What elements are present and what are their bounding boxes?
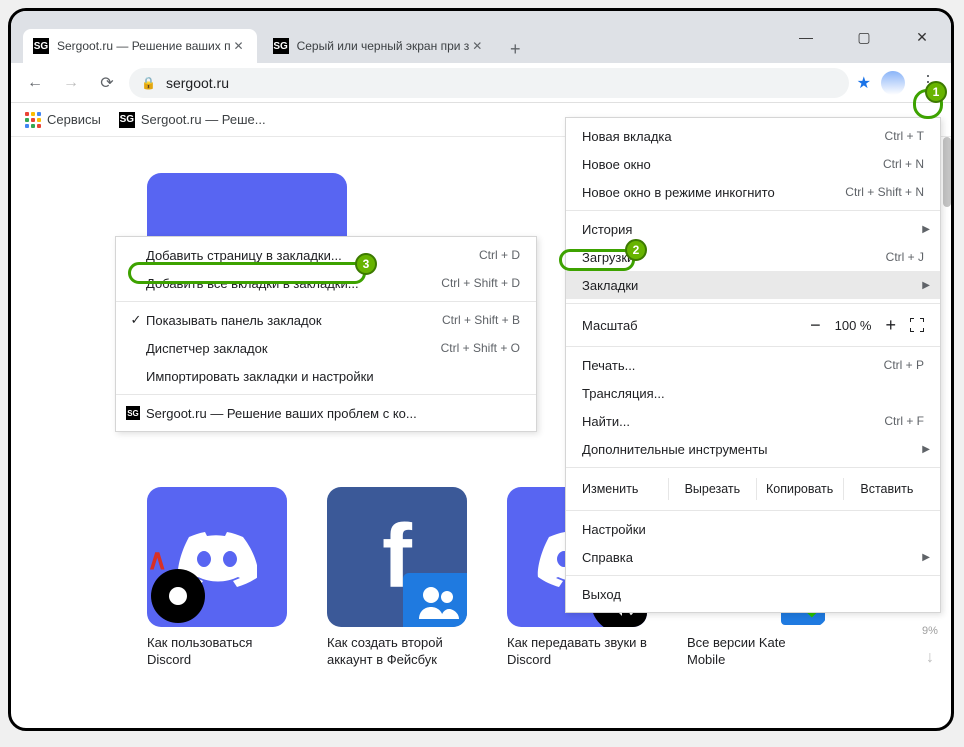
menu-history[interactable]: История▶ [566,215,940,243]
chevron-right-icon: ▶ [922,224,930,235]
chevron-right-icon: ▶ [922,280,930,291]
callout-badge-1: 1 [925,81,947,103]
content-tile[interactable]: f Как создать второй аккаунт в Фейсбук [327,487,467,669]
tab-active[interactable]: SG Sergoot.ru — Решение ваших п ✕ [23,29,257,63]
people-icon [403,573,467,627]
fullscreen-icon[interactable] [910,318,924,332]
submenu-import[interactable]: Импортировать закладки и настройки [116,362,536,390]
menu-more-tools[interactable]: Дополнительные инструменты▶ [566,435,940,463]
window-controls: — ▢ ✕ [789,23,939,51]
callout-badge-2: 2 [625,239,647,261]
tile-caption: Как передавать звуки в Discord [507,635,647,669]
tab-close-icon[interactable]: ✕ [469,39,485,53]
bookmark-star-icon[interactable]: ★ [857,73,871,93]
favicon-icon: SG [33,38,49,54]
content-tile[interactable]: .gear::before{inset:18px} ∧ Как пользова… [147,487,287,669]
menu-edit-row: Изменить Вырезать Копировать Вставить [566,472,940,506]
scroll-percent: 9% [922,625,938,637]
menu-cut[interactable]: Вырезать [668,478,755,500]
toolbar: ← → ⟳ 🔒 sergoot.ru ★ ⋮ [11,63,951,103]
submenu-add-all-tabs[interactable]: Добавить все вкладки в закладки...Ctrl +… [116,269,536,297]
main-menu: Новая вкладкаCtrl + T Новое окноCtrl + N… [565,117,941,613]
back-button[interactable]: ← [21,69,49,97]
menu-downloads[interactable]: ЗагрузкиCtrl + J [566,243,940,271]
profile-avatar[interactable] [881,71,905,95]
submenu-bookmark-site[interactable]: SGSergoot.ru — Решение ваших проблем с к… [116,399,536,427]
bookmark-item[interactable]: SG Sergoot.ru — Реше... [119,112,266,128]
scrollbar-thumb[interactable] [943,137,951,207]
submenu-add-page[interactable]: Добавить страницу в закладки...Ctrl + D [116,241,536,269]
tile-caption: Все версии Kate Mobile [687,635,827,669]
zoom-out-button[interactable]: − [810,315,821,336]
favicon-icon: SG [273,38,289,54]
reload-button[interactable]: ⟳ [93,69,121,97]
close-button[interactable]: ✕ [905,23,939,51]
scroll-down-icon[interactable]: ↓ [926,649,934,667]
new-tab-button[interactable]: + [501,35,529,63]
maximize-button[interactable]: ▢ [847,23,881,51]
tab-title: Sergoot.ru — Решение ваших п [57,39,231,53]
url-text: sergoot.ru [166,75,229,91]
titlebar [11,11,951,23]
chevron-right-icon: ▶ [922,444,930,455]
tab-inactive[interactable]: SG Серый или черный экран при з ✕ [263,29,496,63]
favicon-icon: SG [119,112,135,128]
menu-cast[interactable]: Трансляция... [566,379,940,407]
zoom-in-button[interactable]: + [885,315,896,336]
tile-caption: Как пользоваться Discord [147,635,287,669]
menu-exit[interactable]: Выход [566,580,940,608]
tab-title: Серый или черный экран при з [297,39,470,53]
menu-settings[interactable]: Настройки [566,515,940,543]
minimize-button[interactable]: — [789,23,823,51]
tile-caption: Как создать второй аккаунт в Фейсбук [327,635,467,669]
apps-shortcut[interactable]: Сервисы [25,112,101,128]
menu-zoom: Масштаб − 100 % + [566,308,940,342]
menu-find[interactable]: Найти...Ctrl + F [566,407,940,435]
zoom-label: Масштаб [582,318,810,333]
menu-print[interactable]: Печать...Ctrl + P [566,351,940,379]
bookmarks-submenu: Добавить страницу в закладки...Ctrl + D … [115,236,537,432]
zoom-value: 100 % [835,318,872,333]
bookmark-label: Sergoot.ru — Реше... [141,112,266,127]
apps-icon [25,112,41,128]
tab-close-icon[interactable]: ✕ [231,39,247,53]
favicon-icon: SG [126,406,140,420]
menu-new-tab[interactable]: Новая вкладкаCtrl + T [566,122,940,150]
check-icon: ✓ [126,312,146,328]
menu-help[interactable]: Справка▶ [566,543,940,571]
forward-button[interactable]: → [57,69,85,97]
menu-copy[interactable]: Копировать [756,478,843,500]
menu-incognito[interactable]: Новое окно в режиме инкогнитоCtrl + Shif… [566,178,940,206]
edit-label: Изменить [576,478,668,500]
menu-bookmarks[interactable]: Закладки▶ [566,271,940,299]
submenu-show-bar[interactable]: ✓Показывать панель закладокCtrl + Shift … [116,306,536,334]
tile-image: f [327,487,467,627]
submenu-manager[interactable]: Диспетчер закладокCtrl + Shift + O [116,334,536,362]
apps-label: Сервисы [47,112,101,127]
lock-icon: 🔒 [141,76,156,90]
address-bar[interactable]: 🔒 sergoot.ru [129,68,849,98]
tile-image: .gear::before{inset:18px} ∧ [147,487,287,627]
menu-new-window[interactable]: Новое окноCtrl + N [566,150,940,178]
callout-badge-3: 3 [355,253,377,275]
menu-paste[interactable]: Вставить [843,478,930,500]
browser-window: — ▢ ✕ SG Sergoot.ru — Решение ваших п ✕ … [8,8,954,731]
chevron-right-icon: ▶ [922,552,930,563]
